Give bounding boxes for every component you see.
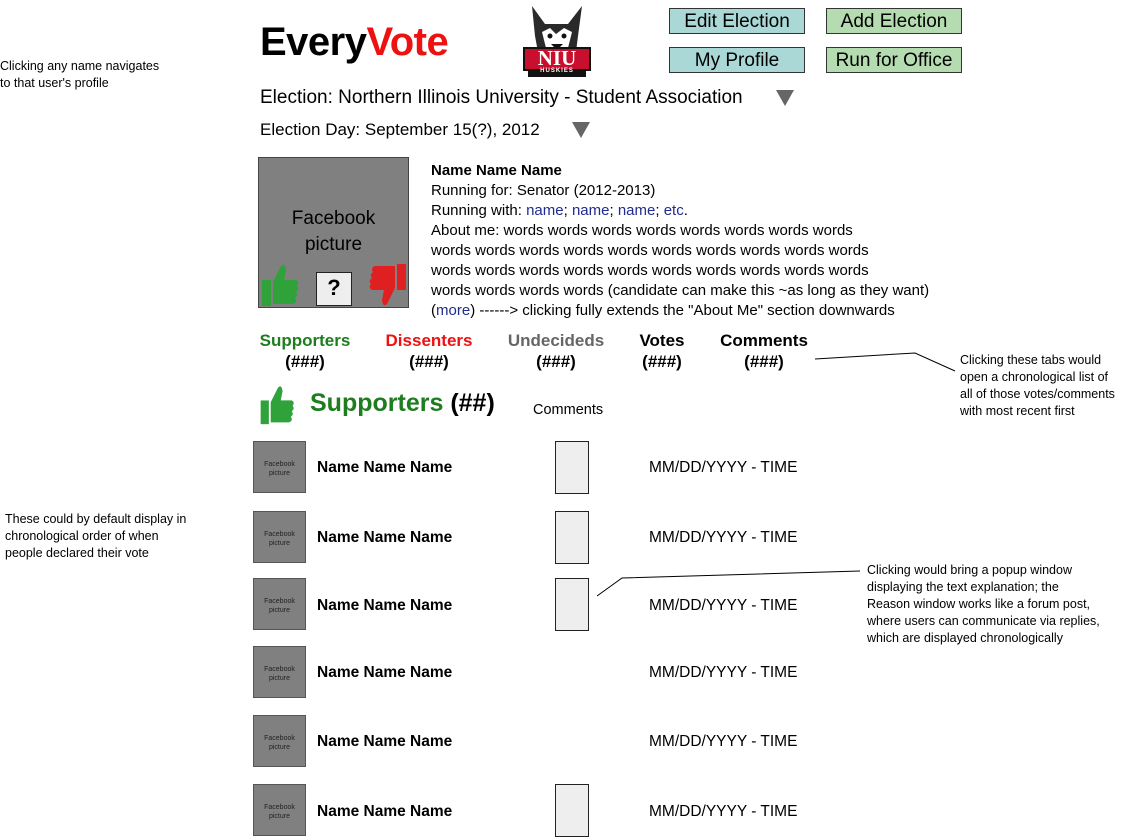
note-line: all of those votes/comments xyxy=(960,387,1115,401)
popup-connector-line xyxy=(596,570,861,597)
row-picture-label: picture xyxy=(268,540,290,547)
row-picture-label: picture xyxy=(268,813,290,820)
row-comment-button[interactable] xyxy=(555,511,589,564)
row-picture-label: Facebook xyxy=(264,804,295,811)
row-date: MM/DD/YYYY - TIME xyxy=(649,803,798,820)
note-tabs: Clicking these tabs would open a chronol… xyxy=(960,352,1115,420)
note-line: Clicking would bring a popup window xyxy=(867,563,1072,577)
note-line: displaying the text explanation; the xyxy=(867,580,1059,594)
row-picture-label: picture xyxy=(268,607,290,614)
row-profile-picture[interactable]: Facebook picture xyxy=(253,715,306,767)
row-name-link[interactable]: Name Name Name xyxy=(317,664,452,682)
row-name-link[interactable]: Name Name Name xyxy=(317,597,452,615)
row-date: MM/DD/YYYY - TIME xyxy=(649,529,798,546)
comments-column-header: Comments xyxy=(533,402,604,418)
row-picture-label: Facebook xyxy=(264,735,295,742)
row-name-link[interactable]: Name Name Name xyxy=(317,529,452,547)
section-count: (##) xyxy=(450,389,495,417)
row-comment-button[interactable] xyxy=(555,578,589,631)
row-profile-picture[interactable]: Facebook picture xyxy=(253,441,306,493)
note-line: Reason window works like a forum post, xyxy=(867,597,1091,611)
row-date: MM/DD/YYYY - TIME xyxy=(649,664,798,681)
section-title-label: Supporters xyxy=(310,389,444,417)
thumbs-up-icon xyxy=(260,386,294,425)
row-name-link[interactable]: Name Name Name xyxy=(317,733,452,751)
note-line: open a chronological list of xyxy=(960,370,1109,384)
row-date: MM/DD/YYYY - TIME xyxy=(649,733,798,750)
row-date: MM/DD/YYYY - TIME xyxy=(649,597,798,614)
row-profile-picture[interactable]: Facebook picture xyxy=(253,578,306,630)
row-picture-label: Facebook xyxy=(264,666,295,673)
note-line: Clicking these tabs would xyxy=(960,353,1102,367)
note-line: with most recent first xyxy=(960,404,1075,418)
note-line: which are displayed chronologically xyxy=(867,631,1063,645)
row-date: MM/DD/YYYY - TIME xyxy=(649,459,798,476)
row-picture-label: Facebook xyxy=(264,531,295,538)
row-picture-label: picture xyxy=(268,470,290,477)
note-line: where users can communicate via replies, xyxy=(867,614,1100,628)
row-picture-label: picture xyxy=(268,744,290,751)
note-popup: Clicking would bring a popup window disp… xyxy=(867,562,1100,647)
row-comment-button[interactable] xyxy=(555,784,589,837)
row-picture-label: picture xyxy=(268,675,290,682)
row-comment-button[interactable] xyxy=(555,441,589,494)
row-picture-label: Facebook xyxy=(264,461,295,468)
row-profile-picture[interactable]: Facebook picture xyxy=(253,646,306,698)
section-title: Supporters (##) xyxy=(310,389,495,418)
row-profile-picture[interactable]: Facebook picture xyxy=(253,511,306,563)
row-profile-picture[interactable]: Facebook picture xyxy=(253,784,306,836)
row-name-link[interactable]: Name Name Name xyxy=(317,459,452,477)
row-picture-label: Facebook xyxy=(264,598,295,605)
row-name-link[interactable]: Name Name Name xyxy=(317,803,452,821)
tabs-connector-line xyxy=(814,352,956,372)
